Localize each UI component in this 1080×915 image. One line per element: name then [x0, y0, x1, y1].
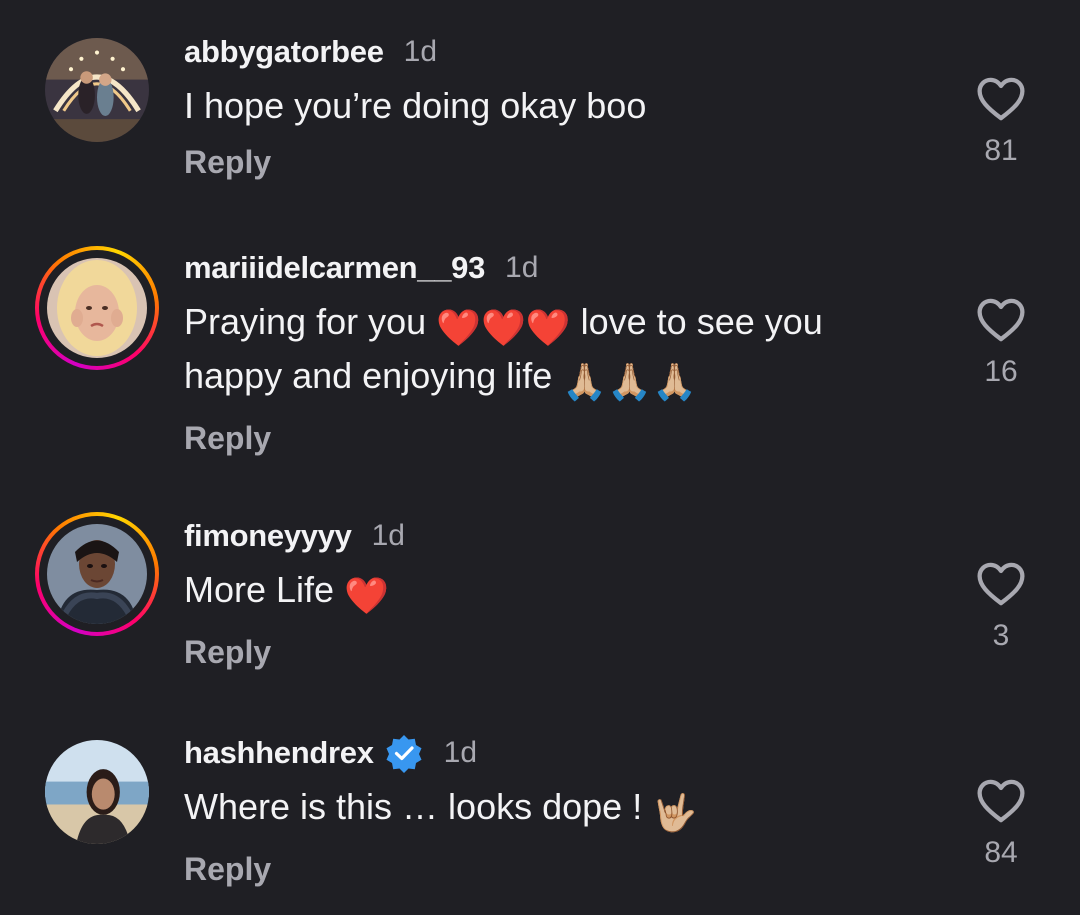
comment-username[interactable]: mariiidelcarmen__93: [184, 250, 485, 286]
heart-outline-icon[interactable]: [974, 774, 1028, 828]
comment-item: fimoneyyyy 1d More Life ❤️ Reply 3: [0, 485, 1080, 700]
reply-button[interactable]: Reply: [184, 420, 940, 457]
profile-photo-icon: [45, 740, 149, 844]
avatar[interactable]: [35, 246, 159, 370]
profile-photo-icon: [45, 38, 149, 142]
comment-item: hashhendrex 1d Where is this … looks dop…: [0, 700, 1080, 915]
reply-button[interactable]: Reply: [184, 851, 940, 888]
comment-meta: mariiidelcarmen__93 1d: [184, 248, 940, 288]
heart-emoji-icon: ❤️: [344, 575, 389, 616]
profile-photo-icon: [47, 258, 147, 358]
comment-username[interactable]: hashhendrex: [184, 735, 374, 771]
comment-text-content: Where is this … looks dope !: [184, 786, 643, 827]
reply-button[interactable]: Reply: [184, 634, 940, 671]
reply-button[interactable]: Reply: [184, 144, 940, 181]
comment-text: Where is this … looks dope ! 🤟🏼: [184, 783, 940, 837]
comment-timestamp: 1d: [371, 519, 405, 552]
avatar[interactable]: [35, 28, 159, 152]
heart-outline-icon[interactable]: [974, 72, 1028, 126]
comment-text-part: Praying for you: [184, 301, 427, 342]
like-count: 3: [992, 619, 1010, 652]
comment-meta: abbygatorbee 1d: [184, 32, 940, 72]
like-count: 16: [984, 355, 1018, 388]
heart-emoji-icon: ❤️❤️❤️: [436, 307, 571, 348]
comment-timestamp: 1d: [403, 35, 438, 68]
profile-photo-icon: [47, 524, 147, 624]
comment-timestamp: 1d: [443, 736, 478, 769]
comment-text-content: More Life: [184, 569, 335, 610]
comment-username[interactable]: abbygatorbee: [184, 34, 384, 70]
comment-text-part: love to see you: [580, 301, 823, 342]
comment-text: More Life ❤️: [184, 566, 940, 620]
comment-text: Praying for you ❤️❤️❤️ love to see you h…: [184, 298, 940, 406]
comments-list: abbygatorbee 1d I hope you’re doing okay…: [0, 0, 1080, 915]
comment-meta: hashhendrex 1d: [184, 733, 940, 773]
like-control: 16: [960, 293, 1042, 389]
comment-timestamp: 1d: [505, 251, 539, 284]
heart-outline-icon[interactable]: [974, 557, 1028, 611]
comment-item: abbygatorbee 1d I hope you’re doing okay…: [0, 0, 1080, 215]
comment-text-content: I hope you’re doing okay boo: [184, 85, 647, 126]
comment-text: I hope you’re doing okay boo: [184, 82, 940, 130]
praying-hands-emoji-icon: 🙏🏼🙏🏼🙏🏼: [562, 361, 697, 402]
like-count: 81: [984, 134, 1018, 167]
like-count: 84: [984, 836, 1018, 869]
like-control: 84: [960, 774, 1042, 870]
rock-on-hand-emoji-icon: 🤟🏼: [652, 792, 698, 833]
comment-meta: fimoneyyyy 1d: [184, 516, 940, 556]
comment-text-part: happy and enjoying life: [184, 355, 553, 396]
avatar[interactable]: [35, 512, 159, 636]
comment-item: mariiidelcarmen__93 1d Praying for you ❤…: [0, 215, 1080, 485]
comment-username[interactable]: fimoneyyyy: [184, 518, 352, 554]
avatar[interactable]: [35, 730, 159, 854]
heart-outline-icon[interactable]: [974, 293, 1028, 347]
like-control: 81: [960, 72, 1042, 168]
like-control: 3: [960, 557, 1042, 653]
verified-badge-icon: [386, 735, 422, 773]
